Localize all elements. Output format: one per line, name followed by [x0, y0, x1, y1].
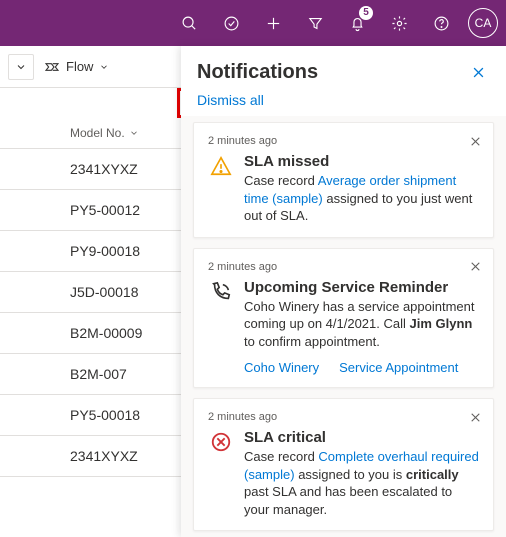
panel-body: 2 minutes ago SLA missed Case record Ave…	[181, 116, 506, 537]
back-chevron-button[interactable]	[8, 54, 34, 80]
card-title: SLA missed	[244, 153, 479, 170]
card-dismiss-button[interactable]	[465, 257, 485, 277]
panel-title: Notifications	[197, 61, 318, 84]
notification-badge: 5	[359, 6, 373, 20]
warning-icon	[208, 153, 234, 225]
card-dismiss-button[interactable]	[465, 407, 485, 427]
avatar[interactable]: CA	[468, 8, 498, 38]
task-icon[interactable]	[210, 0, 252, 46]
card-body-text: Case record Complete overhaul required (…	[244, 448, 479, 518]
coho-winery-link[interactable]: Coho Winery	[244, 360, 319, 375]
card-timestamp: 2 minutes ago	[208, 261, 479, 273]
card-title: SLA critical	[244, 429, 479, 446]
search-icon[interactable]	[168, 0, 210, 46]
chevron-down-icon	[129, 128, 139, 138]
notifications-panel: Notifications Dismiss all 2 minutes ago …	[181, 46, 506, 537]
add-icon[interactable]	[252, 0, 294, 46]
card-body-text: Coho Winery has a service appointment co…	[244, 298, 479, 351]
settings-icon[interactable]	[378, 0, 420, 46]
card-timestamp: 2 minutes ago	[208, 411, 479, 423]
dismiss-all-link[interactable]: Dismiss all	[181, 88, 506, 116]
panel-close-button[interactable]	[466, 60, 490, 84]
card-body-text: Case record Average order shipment time …	[244, 172, 479, 225]
help-icon[interactable]	[420, 0, 462, 46]
error-icon	[208, 429, 234, 518]
service-appointment-link[interactable]: Service Appointment	[339, 360, 458, 375]
person-name: Jim Glynn	[410, 316, 473, 331]
notifications-icon[interactable]: 5	[336, 0, 378, 46]
card-dismiss-button[interactable]	[465, 131, 485, 151]
card-title: Upcoming Service Reminder	[244, 279, 479, 296]
filter-icon[interactable]	[294, 0, 336, 46]
app-topbar: 5 CA	[0, 0, 506, 46]
phone-icon	[208, 279, 234, 376]
flow-label: Flow	[66, 59, 93, 74]
grid-header-label: Model No.	[70, 126, 125, 140]
card-timestamp: 2 minutes ago	[208, 135, 479, 147]
close-icon	[469, 411, 482, 424]
notification-card-sla-missed: 2 minutes ago SLA missed Case record Ave…	[193, 122, 494, 238]
close-icon	[471, 65, 486, 80]
flow-menu[interactable]: Flow	[38, 55, 115, 79]
close-icon	[469, 260, 482, 273]
notification-card-sla-critical: 2 minutes ago SLA critical Case record C…	[193, 398, 494, 531]
notification-card-service-reminder: 2 minutes ago Upcoming Service Reminder …	[193, 248, 494, 389]
close-icon	[469, 135, 482, 148]
avatar-initials: CA	[475, 16, 492, 30]
